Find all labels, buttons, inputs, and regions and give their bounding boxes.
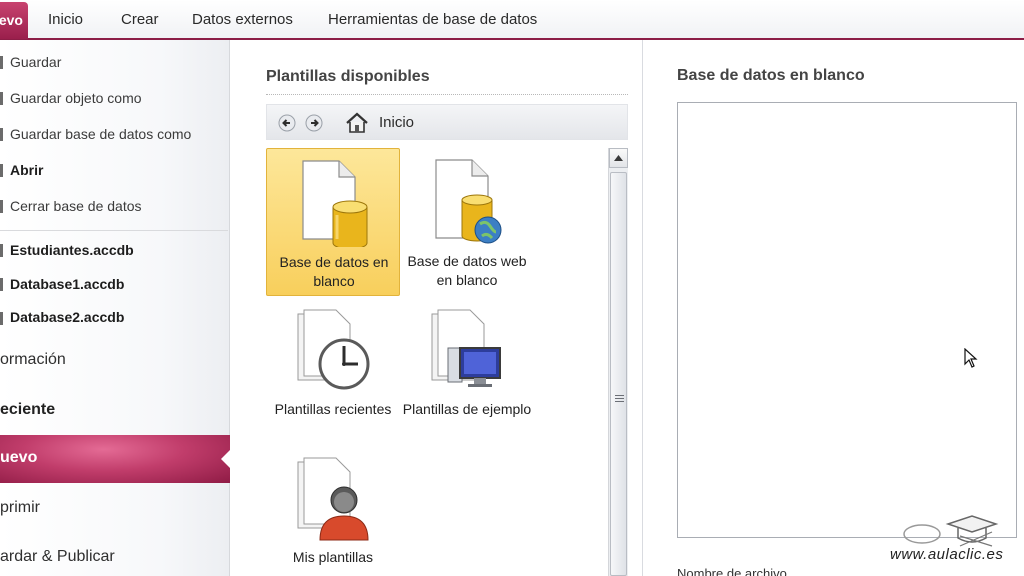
section-nuevo-label: uevo bbox=[0, 449, 38, 466]
recent-file-database2[interactable]: Database2.accdb bbox=[10, 309, 124, 325]
backstage-menu: Guardar Guardar objeto como Guardar base… bbox=[0, 40, 231, 576]
watermark-text: www.aulaclic.es bbox=[890, 546, 1004, 563]
command-cerrar-base-datos[interactable]: Cerrar base de datos bbox=[10, 198, 142, 214]
section-imprimir[interactable]: primir bbox=[0, 499, 40, 517]
command-abrir[interactable]: Abrir bbox=[10, 162, 43, 178]
tab-archivo[interactable]: uevo bbox=[0, 2, 28, 39]
selection-pointer bbox=[221, 449, 231, 469]
aulaclic-logo-icon bbox=[903, 515, 999, 547]
template-sample-templates[interactable]: Plantillas de ejemplo bbox=[400, 296, 534, 444]
recent-file-database1[interactable]: Database1.accdb bbox=[10, 276, 124, 292]
command-bullet bbox=[0, 92, 3, 105]
available-templates-title: Plantillas disponibles bbox=[266, 68, 430, 85]
web-database-icon bbox=[435, 159, 502, 244]
template-my-templates[interactable]: Mis plantillas bbox=[266, 444, 400, 576]
recent-file-bullet bbox=[0, 312, 3, 325]
recent-file-estudiantes[interactable]: Estudiantes.accdb bbox=[10, 242, 134, 258]
sample-templates-computer-icon bbox=[431, 309, 501, 387]
my-templates-person-icon bbox=[297, 457, 369, 541]
command-guardar[interactable]: Guardar bbox=[10, 54, 61, 70]
recent-file-bullet bbox=[0, 244, 3, 257]
section-nuevo[interactable]: uevo bbox=[0, 435, 231, 483]
title-divider bbox=[266, 94, 628, 95]
preview-title: Base de datos en blanco bbox=[677, 67, 865, 84]
command-bullet bbox=[0, 128, 3, 141]
chevron-up-icon bbox=[614, 155, 623, 161]
recent-templates-clock-icon bbox=[297, 309, 370, 390]
template-label: Plantillas de ejemplo bbox=[402, 401, 532, 417]
tab-herramientas-base-datos[interactable]: Herramientas de base de datos bbox=[328, 0, 537, 40]
recent-file-bullet bbox=[0, 278, 3, 291]
nav-location-label: Inicio bbox=[379, 114, 415, 131]
template-blank-database[interactable]: Base de datos en blanco bbox=[266, 148, 400, 296]
ribbon-tab-bar: uevo Inicio Crear Datos externos Herrami… bbox=[0, 0, 1024, 40]
section-informacion[interactable]: ormación bbox=[0, 351, 66, 369]
command-bullet bbox=[0, 56, 3, 69]
template-navigation-bar: Inicio bbox=[266, 104, 628, 140]
scroll-thumb[interactable] bbox=[610, 172, 627, 576]
templates-scrollbar[interactable] bbox=[608, 148, 628, 576]
tab-crear[interactable]: Crear bbox=[121, 0, 159, 40]
scroll-up-button[interactable] bbox=[609, 148, 628, 168]
template-label: Base de datos web en blanco bbox=[407, 253, 527, 288]
blank-database-icon bbox=[302, 160, 368, 247]
scroll-grip-icon bbox=[615, 395, 624, 402]
command-bullet bbox=[0, 164, 3, 177]
forward-arrow-icon[interactable] bbox=[304, 113, 324, 133]
section-reciente[interactable]: eciente bbox=[0, 401, 55, 419]
template-recent-templates[interactable]: Plantillas recientes bbox=[266, 296, 400, 444]
template-preview bbox=[677, 102, 1017, 538]
template-blank-web-database[interactable]: Base de datos web en blanco bbox=[400, 148, 534, 296]
section-guardar-publicar[interactable]: ardar & Publicar bbox=[0, 548, 115, 566]
template-label: Base de datos en blanco bbox=[279, 254, 389, 289]
command-bullet bbox=[0, 200, 3, 213]
file-name-label: Nombre de archivo bbox=[677, 566, 787, 576]
menu-divider bbox=[0, 230, 228, 231]
mouse-cursor-icon bbox=[964, 348, 978, 368]
tab-inicio[interactable]: Inicio bbox=[48, 0, 83, 40]
tab-datos-externos[interactable]: Datos externos bbox=[192, 0, 293, 40]
template-label: Plantillas recientes bbox=[274, 401, 392, 417]
template-label: Mis plantillas bbox=[292, 549, 374, 565]
back-arrow-icon[interactable] bbox=[277, 113, 297, 133]
command-guardar-base-datos-como[interactable]: Guardar base de datos como bbox=[10, 126, 191, 142]
command-guardar-objeto-como[interactable]: Guardar objeto como bbox=[10, 90, 142, 106]
home-icon[interactable] bbox=[345, 112, 369, 134]
